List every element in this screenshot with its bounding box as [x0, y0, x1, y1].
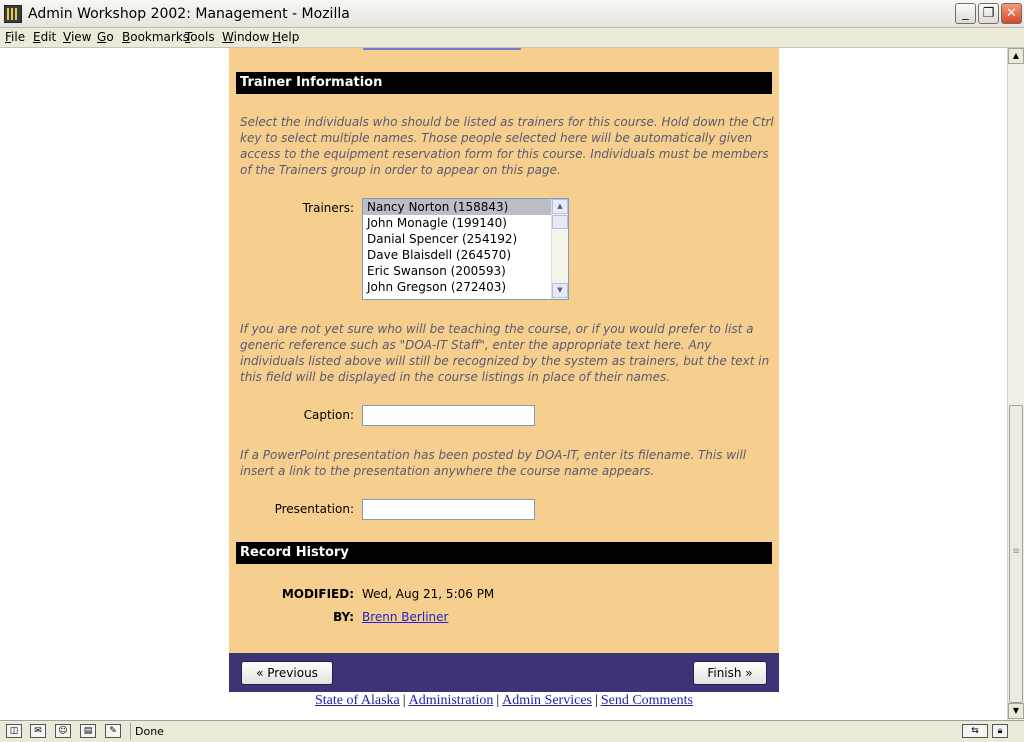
composer-icon[interactable]: ▤ [80, 724, 96, 738]
menu-file[interactable]: File [5, 30, 25, 44]
presentation-field[interactable] [362, 499, 535, 520]
modified-value: Wed, Aug 21, 5:06 PM [362, 587, 495, 601]
trainer-help-text: Select the individuals who should be lis… [240, 115, 774, 177]
menu-bar: File Edit View Go Bookmarks Tools Window… [0, 28, 1024, 48]
title-bar: Admin Workshop 2002: Management - Mozill… [0, 0, 1024, 28]
presentation-help-text: If a PowerPoint presentation has been po… [240, 448, 747, 478]
status-divider [130, 723, 131, 740]
menu-view[interactable]: View [63, 30, 91, 44]
menu-window[interactable]: Window [222, 30, 269, 44]
trainers-label: Trainers: [302, 201, 354, 215]
minimize-button[interactable]: _ [955, 3, 976, 24]
trainer-option[interactable]: Dave Blaisdell (264570) [363, 247, 551, 263]
security-lock-icon: 🔒︎ [992, 724, 1008, 738]
online-status-icon: ⇆ [962, 724, 988, 738]
mail-icon[interactable]: ✉ [30, 724, 46, 738]
footer-link-state-of-alaska[interactable]: State of Alaska [315, 693, 400, 708]
wizard-button-bar: « Previous Finish » [229, 653, 779, 692]
scroll-up-arrow-icon[interactable]: ▲ [1008, 48, 1024, 64]
status-text: Done [135, 725, 164, 738]
trainers-list-scrollbar[interactable]: ▲ ▼ [551, 199, 568, 299]
previous-button[interactable]: « Previous [241, 661, 333, 685]
footer-link-administration[interactable]: Administration [409, 693, 494, 708]
trainer-info-header: Trainer Information [236, 72, 772, 94]
footer-links: State of Alaska | Administration | Admin Ser… [229, 693, 779, 709]
caption-help-text: If you are not yet sure who will be teac… [240, 322, 770, 384]
menu-edit[interactable]: Edit [33, 30, 56, 44]
footer-link-admin-services[interactable]: Admin Services [502, 693, 592, 708]
finish-button[interactable]: Finish » [693, 661, 767, 685]
menu-tools[interactable]: Tools [185, 30, 215, 44]
maximize-button[interactable]: ❐ [978, 3, 999, 24]
window-title: Admin Workshop 2002: Management - Mozill… [28, 6, 350, 22]
form-panel: Trainer Information Select the individua… [229, 48, 779, 653]
trainers-multiselect[interactable]: Nancy Norton (158843) John Monagle (1991… [362, 198, 569, 300]
status-bar: ◫ ✉ ☺ ▤ ✎ Done ⇆ 🔒︎ [0, 720, 1024, 742]
page-scroll-thumb[interactable] [1009, 405, 1023, 703]
scroll-down-arrow-icon[interactable]: ▼ [552, 283, 568, 298]
mozilla-app-icon[interactable] [4, 5, 22, 23]
scroll-thumb[interactable] [552, 215, 568, 229]
footer-separator: | [402, 693, 406, 708]
footer-link-send-comments[interactable]: Send Comments [601, 693, 693, 708]
modified-by-link[interactable]: Brenn Berliner [362, 610, 448, 624]
menu-bookmarks[interactable]: Bookmarks [122, 30, 189, 44]
modified-label: MODIFIED: [281, 587, 354, 601]
footer-separator: | [496, 693, 500, 708]
trainer-option[interactable]: Danial Spencer (254192) [363, 231, 551, 247]
trainer-option[interactable]: John Gregson (272403) [363, 279, 551, 295]
menu-help[interactable]: Help [272, 30, 299, 44]
trainer-option[interactable]: John Monagle (199140) [363, 215, 551, 231]
footer-separator: | [595, 693, 598, 708]
top-divider [363, 48, 521, 50]
address-book-icon[interactable]: ✎ [105, 724, 121, 738]
caption-field[interactable] [362, 405, 535, 426]
record-history-header: Record History [236, 542, 772, 564]
navigator-icon[interactable]: ◫ [6, 724, 22, 738]
trainer-option[interactable]: Eric Swanson (200593) [363, 263, 551, 279]
scroll-up-arrow-icon[interactable]: ▲ [552, 199, 568, 214]
page-scrollbar[interactable]: ▲ ▼ [1007, 48, 1024, 720]
close-button[interactable]: ✕ [1001, 3, 1022, 24]
presentation-label: Presentation: [274, 502, 354, 516]
trainer-option[interactable]: Nancy Norton (158843) [363, 199, 551, 215]
chat-icon[interactable]: ☺ [55, 724, 71, 738]
menu-go[interactable]: Go [97, 30, 114, 44]
scroll-down-arrow-icon[interactable]: ▼ [1008, 703, 1024, 719]
by-label: BY: [333, 610, 354, 624]
caption-label: Caption: [303, 408, 354, 422]
